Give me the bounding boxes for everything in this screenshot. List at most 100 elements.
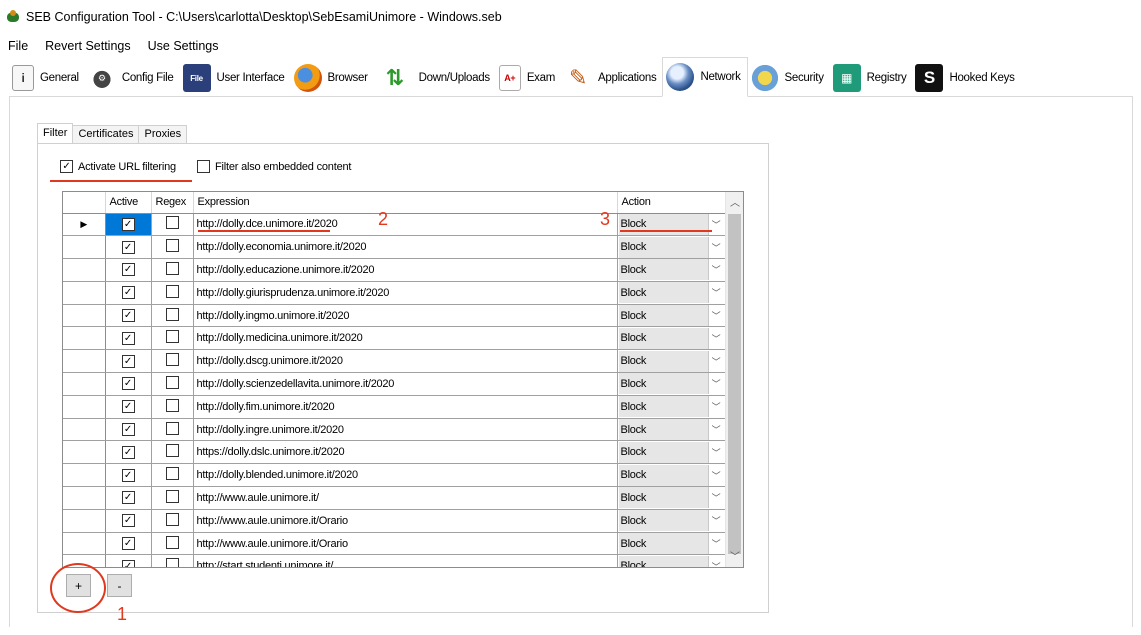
- action-cell[interactable]: Block ﹀: [617, 281, 726, 305]
- tab-config-file[interactable]: ⚙ Config File: [85, 60, 180, 96]
- expression-cell[interactable]: http://dolly.ingmo.unimore.it/2020: [193, 304, 618, 328]
- tab-hooked-keys[interactable]: S Hooked Keys: [912, 60, 1020, 96]
- row-header-cell[interactable]: [63, 235, 106, 260]
- action-select[interactable]: Block ﹀: [618, 305, 724, 326]
- table-row[interactable]: ✓ http://www.aule.unimore.it/Orario Block ﹀: [63, 509, 726, 533]
- row-header-cell[interactable]: [63, 418, 106, 442]
- expression-cell[interactable]: https://dolly.dslc.unimore.it/2020: [193, 440, 618, 465]
- action-select[interactable]: Block ﹀: [618, 327, 724, 349]
- regex-cell[interactable]: [151, 372, 194, 396]
- chevron-down-icon[interactable]: ﹀: [707, 350, 724, 372]
- action-select[interactable]: Block ﹀: [618, 373, 724, 395]
- regex-checkbox[interactable]: [165, 353, 179, 367]
- action-cell[interactable]: Block ﹀: [617, 486, 726, 510]
- action-select[interactable]: Block ﹀: [618, 555, 724, 567]
- expression-cell[interactable]: http://dolly.scienzedellavita.unimore.it…: [193, 372, 618, 396]
- remove-row-button[interactable]: -: [107, 574, 132, 597]
- tab-user-interface[interactable]: File User Interface: [180, 60, 291, 96]
- active-checkbox[interactable]: ✓: [121, 400, 135, 414]
- expression-cell[interactable]: http://start.studenti.unimore.it/: [193, 554, 618, 567]
- chevron-down-icon[interactable]: ﹀: [707, 305, 724, 326]
- action-select[interactable]: Block ﹀: [618, 259, 724, 281]
- regex-cell[interactable]: [151, 440, 194, 465]
- menu-revert-settings[interactable]: Revert Settings: [45, 39, 130, 53]
- action-select[interactable]: Block ﹀: [618, 510, 724, 532]
- active-checkbox[interactable]: ✓: [121, 445, 135, 459]
- tab-registry[interactable]: ▦ Registry: [830, 60, 913, 96]
- action-select[interactable]: Block ﹀: [618, 396, 724, 418]
- regex-checkbox[interactable]: [165, 467, 179, 481]
- action-select[interactable]: Block ﹀: [618, 236, 724, 258]
- expression-cell[interactable]: http://dolly.dscg.unimore.it/2020: [193, 349, 618, 374]
- chevron-down-icon[interactable]: ﹀: [707, 396, 724, 418]
- table-row[interactable]: ✓ http://start.studenti.unimore.it/Block ﹀: [63, 554, 726, 567]
- action-cell[interactable]: Block ﹀: [617, 326, 726, 351]
- action-select[interactable]: Block ﹀: [618, 487, 724, 509]
- active-cell[interactable]: ✓: [105, 326, 152, 351]
- action-cell[interactable]: Block ﹀: [617, 372, 726, 396]
- chevron-down-icon[interactable]: ﹀: [707, 236, 724, 258]
- scroll-down-icon[interactable]: ﹀: [726, 548, 743, 563]
- regex-checkbox[interactable]: [165, 330, 179, 344]
- filter-embedded-checkbox[interactable]: Filter also embedded content: [197, 160, 351, 173]
- expression-cell[interactable]: http://dolly.ingre.unimore.it/2020: [193, 418, 618, 442]
- activate-url-filtering-checkbox[interactable]: ✓ Activate URL filtering: [60, 160, 176, 173]
- regex-checkbox[interactable]: [165, 307, 179, 321]
- table-row[interactable]: ✓ http://www.aule.unimore.it/Block ﹀: [63, 486, 726, 510]
- row-header-cell[interactable]: [63, 440, 106, 465]
- active-checkbox[interactable]: ✓: [121, 240, 135, 254]
- action-cell[interactable]: Block ﹀: [617, 349, 726, 374]
- row-header-cell[interactable]: [63, 463, 106, 488]
- chevron-down-icon[interactable]: ﹀: [707, 419, 724, 440]
- column-header-action[interactable]: Action: [617, 192, 726, 214]
- action-select[interactable]: Block ﹀: [618, 533, 724, 554]
- action-select[interactable]: Block ﹀: [618, 441, 724, 463]
- tab-applications[interactable]: ✎ Applications: [561, 60, 662, 96]
- expression-cell[interactable]: http://dolly.educazione.unimore.it/2020: [193, 258, 618, 282]
- tab-browser[interactable]: Browser: [291, 60, 374, 96]
- active-checkbox[interactable]: ✓: [121, 468, 135, 482]
- subtab-certificates[interactable]: Certificates: [72, 125, 140, 144]
- table-row[interactable]: ✓ http://dolly.ingre.unimore.it/2020 Block…: [63, 418, 726, 442]
- table-row[interactable]: ✓ http://dolly.ingmo.unimore.it/2020 Block…: [63, 304, 726, 328]
- row-header-cell[interactable]: [63, 304, 106, 328]
- chevron-down-icon[interactable]: ﹀: [707, 441, 724, 463]
- table-row[interactable]: ✓ http://dolly.economia.unimore.it/2020 Bl…: [63, 235, 726, 260]
- row-header-cell[interactable]: [63, 395, 106, 419]
- active-cell[interactable]: ✓: [105, 304, 152, 328]
- chevron-down-icon[interactable]: ﹀: [707, 510, 724, 532]
- row-header-cell[interactable]: [63, 532, 106, 556]
- expression-cell[interactable]: http://www.aule.unimore.it/Orario: [193, 509, 618, 533]
- regex-cell[interactable]: [151, 235, 194, 260]
- action-cell[interactable]: Block ﹀: [617, 395, 726, 419]
- action-cell[interactable]: Block ﹀: [617, 304, 726, 328]
- regex-cell[interactable]: [151, 213, 194, 237]
- action-cell[interactable]: Block ﹀: [617, 463, 726, 488]
- menu-use-settings[interactable]: Use Settings: [148, 39, 219, 53]
- action-cell[interactable]: Block ﹀: [617, 532, 726, 556]
- scrollbar-thumb[interactable]: [728, 214, 741, 554]
- row-header-cell[interactable]: [63, 326, 106, 351]
- active-checkbox[interactable]: ✓: [121, 309, 135, 323]
- chevron-down-icon[interactable]: ﹀: [707, 373, 724, 395]
- row-header-cell[interactable]: [63, 509, 106, 533]
- regex-cell[interactable]: [151, 326, 194, 351]
- active-checkbox[interactable]: ✓: [121, 514, 135, 528]
- regex-checkbox[interactable]: [165, 535, 179, 549]
- active-cell[interactable]: ✓: [105, 440, 152, 465]
- scroll-up-icon[interactable]: ︿: [726, 194, 743, 209]
- table-row[interactable]: ▶ ✓ http://dolly.dce.unimore.it/2020 Block ﹀: [63, 213, 726, 237]
- regex-checkbox[interactable]: [165, 261, 179, 275]
- regex-checkbox[interactable]: [165, 489, 179, 503]
- active-cell[interactable]: ✓: [105, 235, 152, 260]
- regex-cell[interactable]: [151, 304, 194, 328]
- table-row[interactable]: ✓ http://dolly.fim.unimore.it/2020 Block ﹀: [63, 395, 726, 419]
- column-header-active[interactable]: Active: [105, 192, 152, 214]
- row-header-cell[interactable]: [63, 281, 106, 305]
- regex-cell[interactable]: [151, 258, 194, 282]
- chevron-down-icon[interactable]: ﹀: [707, 555, 724, 567]
- active-cell[interactable]: ✓: [105, 395, 152, 419]
- regex-checkbox[interactable]: [165, 421, 179, 435]
- expression-cell[interactable]: http://dolly.medicina.unimore.it/2020: [193, 326, 618, 351]
- regex-cell[interactable]: [151, 509, 194, 533]
